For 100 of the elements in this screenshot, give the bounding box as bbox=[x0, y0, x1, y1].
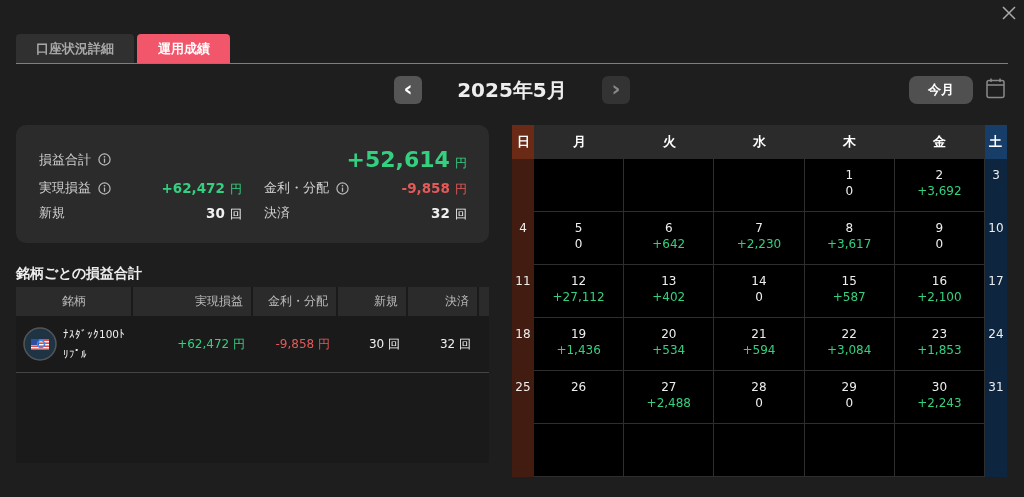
calendar-cell[interactable]: 9 0 bbox=[894, 212, 985, 265]
amount: +62,472 円 bbox=[161, 179, 242, 198]
section-title: 銘柄ごとの損益合計 bbox=[16, 265, 143, 283]
day-number: 8 bbox=[845, 221, 853, 235]
daily-pnl: 0 bbox=[755, 396, 763, 410]
weekday-header: 水 bbox=[714, 125, 805, 159]
daily-pnl: +534 bbox=[652, 343, 686, 357]
calendar-cell[interactable]: 6 +642 bbox=[624, 212, 715, 265]
calendar-cell[interactable]: 10 bbox=[985, 212, 1007, 265]
day-number: 30 bbox=[931, 380, 948, 394]
daily-pnl: +1,436 bbox=[556, 343, 601, 357]
daily-pnl: 0 bbox=[845, 184, 853, 198]
column-header: 実現損益 bbox=[133, 287, 253, 316]
calendar-cell[interactable]: 19 +1,436 bbox=[534, 318, 625, 371]
daily-pnl: 0 bbox=[935, 237, 944, 251]
day-number: 13 bbox=[661, 274, 677, 288]
column-header: 銘柄 bbox=[16, 287, 133, 316]
day-number: 11 bbox=[515, 274, 531, 288]
table-cell-text: +62,472 円 bbox=[176, 335, 246, 353]
day-number: 4 bbox=[519, 221, 527, 235]
calendar-cell[interactable]: 26 bbox=[534, 371, 625, 424]
current-month-button[interactable]: 今月 bbox=[909, 76, 973, 104]
day-number: 23 bbox=[931, 327, 948, 341]
calendar-cell[interactable]: 31 bbox=[985, 371, 1007, 424]
calendar-cell[interactable]: 20 +534 bbox=[624, 318, 715, 371]
daily-pnl: 0 bbox=[574, 237, 583, 251]
calendar-cell[interactable]: 24 bbox=[985, 318, 1007, 371]
day-number: 21 bbox=[751, 327, 767, 341]
daily-pnl: +2,230 bbox=[736, 237, 782, 251]
day-number: 31 bbox=[988, 380, 1004, 394]
calendar-cell[interactable]: 3 bbox=[985, 159, 1007, 212]
day-number: 18 bbox=[515, 327, 531, 341]
calendar-cell[interactable]: 5 0 bbox=[534, 212, 625, 265]
previous-month-button[interactable]: ‹ bbox=[394, 76, 422, 104]
day-number: 29 bbox=[841, 380, 857, 394]
calendar-cell[interactable]: 28 0 bbox=[714, 371, 805, 424]
label: 新規 bbox=[39, 204, 65, 222]
calendar-cell[interactable]: 7 +2,230 bbox=[714, 212, 805, 265]
weekday-header: 土 bbox=[985, 125, 1007, 159]
calendar-cell[interactable]: 4 bbox=[512, 212, 534, 265]
day-number: 10 bbox=[988, 221, 1004, 235]
info-icon[interactable] bbox=[98, 153, 111, 166]
daily-pnl: +642 bbox=[652, 237, 686, 251]
day-number: 6 bbox=[664, 221, 673, 235]
day-number: 19 bbox=[570, 327, 587, 341]
day-number: 24 bbox=[988, 327, 1004, 341]
daily-pnl: +3,692 bbox=[917, 184, 962, 198]
day-number: 1 bbox=[845, 168, 853, 182]
calendar-cell[interactable]: 17 bbox=[985, 265, 1007, 318]
daily-pnl: +2,100 bbox=[917, 290, 962, 304]
daily-pnl: +3,617 bbox=[827, 237, 872, 251]
calendar-cell[interactable]: 18 bbox=[512, 318, 534, 371]
daily-pnl: 0 bbox=[845, 396, 853, 410]
column-header: 決済 bbox=[408, 287, 479, 316]
calendar-cell[interactable]: 25 bbox=[512, 371, 534, 424]
day-number: 14 bbox=[751, 274, 767, 288]
weekday-header: 火 bbox=[624, 125, 715, 159]
calendar-cell[interactable]: 13 +402 bbox=[624, 265, 715, 318]
close-icon[interactable] bbox=[1002, 6, 1016, 20]
daily-pnl: +2,243 bbox=[917, 396, 962, 410]
label: 実現損益 bbox=[39, 179, 91, 197]
daily-pnl: +1,853 bbox=[917, 343, 962, 357]
day-number: 25 bbox=[515, 380, 531, 394]
calendar-cell[interactable]: 30 +2,243 bbox=[894, 371, 985, 424]
tab[interactable]: 口座状況詳細 bbox=[16, 34, 134, 63]
day-number: 2 bbox=[935, 168, 944, 182]
table-cell-text: 30 回 bbox=[367, 335, 401, 353]
calendar-cell[interactable]: 2 +3,692 bbox=[894, 159, 985, 212]
day-number: 7 bbox=[755, 221, 763, 235]
day-number: 26 bbox=[570, 380, 587, 394]
calendar-cell[interactable]: 22 +3,084 bbox=[804, 318, 895, 371]
calendar-cell[interactable]: 27 +2,488 bbox=[624, 371, 715, 424]
calendar-cell[interactable]: 29 0 bbox=[804, 371, 895, 424]
calendar-cell[interactable]: 21 +594 bbox=[714, 318, 805, 371]
calendar-cell[interactable]: 8 +3,617 bbox=[804, 212, 895, 265]
day-number: 20 bbox=[661, 327, 677, 341]
daily-pnl: +2,488 bbox=[646, 396, 691, 410]
day-number: 17 bbox=[988, 274, 1004, 288]
label: 金利・分配 bbox=[264, 179, 329, 197]
calendar-cell bbox=[512, 159, 534, 212]
calendar-cell[interactable]: 14 0 bbox=[714, 265, 805, 318]
day-number: 3 bbox=[992, 168, 1000, 182]
calendar-cell[interactable]: 16 +2,100 bbox=[894, 265, 985, 318]
calendar-cell[interactable]: 12 +27,112 bbox=[534, 265, 625, 318]
calendar-cell[interactable]: 11 bbox=[512, 265, 534, 318]
amount: -9,858 円 bbox=[401, 179, 467, 198]
info-icon[interactable] bbox=[336, 181, 349, 195]
info-icon[interactable] bbox=[98, 181, 111, 195]
table-cell-text: 32 回 bbox=[438, 335, 472, 353]
column-header: 金利・分配 bbox=[253, 287, 338, 316]
label: 決済 bbox=[264, 204, 290, 222]
daily-pnl: +402 bbox=[652, 290, 686, 304]
day-number: 16 bbox=[931, 274, 948, 288]
calendar-cell bbox=[985, 424, 1007, 477]
table-cell-text: -9,858 円 bbox=[274, 335, 331, 353]
calendar-cell[interactable]: 1 0 bbox=[804, 159, 895, 212]
calendar-cell[interactable]: 15 +587 bbox=[804, 265, 895, 318]
calendar-cell bbox=[512, 424, 534, 477]
calendar-cell[interactable]: 23 +1,853 bbox=[894, 318, 985, 371]
calendar-icon[interactable] bbox=[986, 78, 1005, 99]
